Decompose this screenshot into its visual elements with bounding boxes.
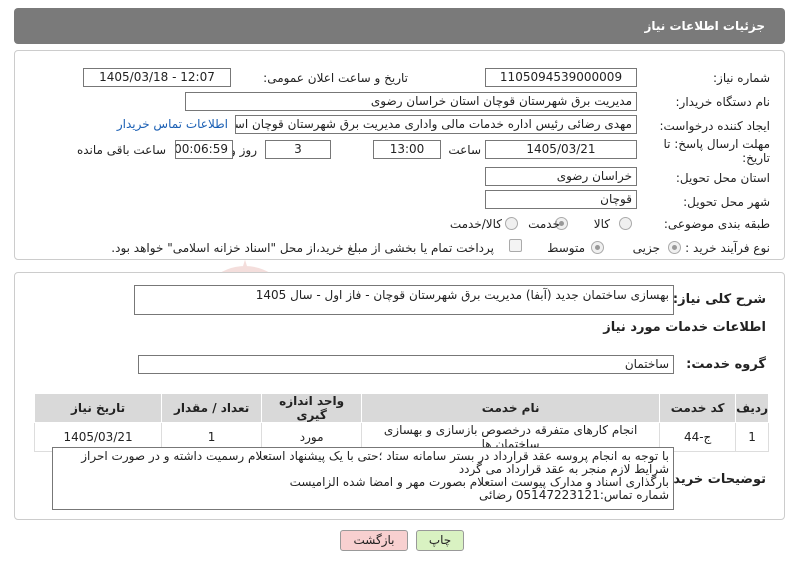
days-label: روز و <box>230 143 257 157</box>
process-radio-medium[interactable] <box>591 241 604 254</box>
services-table-header-row: ردیف کد خدمت نام خدمت واحد اندازه گیری ت… <box>33 393 769 423</box>
days-field[interactable]: 3 <box>265 140 331 159</box>
buyer-contact-link[interactable]: اطلاعات تماس خریدار <box>117 117 228 131</box>
payment-note: پرداخت تمام یا بخشی از مبلغ خرید،از محل … <box>111 241 494 255</box>
buyer-field[interactable]: مدیریت برق شهرستان قوچان استان خراسان رض… <box>185 92 637 111</box>
summary-label: شرح کلی نیاز: <box>672 292 766 307</box>
time-label: ساعت <box>448 143 481 157</box>
category-option-goods-service: کالا/خدمت <box>449 217 502 231</box>
service-group-field[interactable]: ساختمان <box>138 355 674 374</box>
announce-label: تاریخ و ساعت اعلان عمومی: <box>263 71 408 85</box>
province-label: استان محل تحویل: <box>675 171 770 185</box>
print-button[interactable]: چاپ <box>416 530 464 551</box>
page-title: جزئیات اطلاعات نیاز <box>14 8 785 44</box>
process-label: نوع فرآیند خرید : <box>685 241 770 255</box>
need-info-panel: شماره نیاز: 1105094539000009 تاریخ و ساع… <box>14 50 785 260</box>
col-unit: واحد اندازه گیری <box>261 393 363 423</box>
process-option-partial: جزیی <box>632 241 660 255</box>
process-radio-partial[interactable] <box>668 241 681 254</box>
back-button[interactable]: بازگشت <box>340 530 408 551</box>
process-option-medium: متوسط <box>547 241 585 255</box>
notes-line: شماره تماس:05147223121 رضائی <box>479 488 669 502</box>
cell-row: 1 <box>735 422 769 452</box>
treasury-checkbox[interactable] <box>509 239 522 252</box>
category-radio-goods-service[interactable] <box>505 217 518 230</box>
announce-field[interactable]: 1405/03/18 - 12:07 <box>83 68 231 87</box>
province-field[interactable]: خراسان رضوی <box>485 167 637 186</box>
need-number-label: شماره نیاز: <box>713 71 770 85</box>
remaining-label: ساعت باقی مانده <box>76 143 166 157</box>
services-heading: اطلاعات خدمات مورد نیاز <box>603 320 766 335</box>
col-name: نام خدمت <box>361 393 661 423</box>
page: جزئیات اطلاعات نیاز AriaTender.net شماره… <box>0 0 788 566</box>
col-quantity: تعداد / مقدار <box>161 393 263 423</box>
summary-field[interactable]: بهسازی ساختمان جدید (آبفا) مدیریت برق شه… <box>134 285 674 315</box>
deadline-date-field[interactable]: 1405/03/21 <box>485 140 637 159</box>
category-label: طبقه بندی موضوعی: <box>663 217 770 231</box>
remaining-time-field[interactable]: 00:06:59 <box>175 140 233 159</box>
services-table: ردیف کد خدمت نام خدمت واحد اندازه گیری ت… <box>33 393 769 452</box>
service-group-label: گروه خدمت: <box>686 357 766 372</box>
notes-field[interactable]: با توجه به انجام پروسه عقد قرارداد در بس… <box>52 447 674 510</box>
need-number-field[interactable]: 1105094539000009 <box>485 68 637 87</box>
deadline-label-2: تاریخ: <box>742 151 770 165</box>
category-option-service: خدمت <box>528 217 560 231</box>
creator-label: ایجاد کننده درخواست: <box>659 119 770 133</box>
category-radio-goods[interactable] <box>619 217 632 230</box>
col-date: تاریخ نیاز <box>33 393 163 423</box>
deadline-time-field[interactable]: 13:00 <box>373 140 441 159</box>
category-option-goods: کالا <box>593 217 610 231</box>
col-row: ردیف <box>735 393 769 423</box>
col-code: کد خدمت <box>659 393 737 423</box>
city-field[interactable]: قوچان <box>485 190 637 209</box>
creator-field[interactable]: مهدی رضائی رئیس اداره خدمات مالی واداری … <box>235 115 637 134</box>
buyer-label: نام دستگاه خریدار: <box>675 95 771 109</box>
deadline-label-1: مهلت ارسال پاسخ: تا <box>663 137 770 151</box>
city-label: شهر محل تحویل: <box>683 195 770 209</box>
